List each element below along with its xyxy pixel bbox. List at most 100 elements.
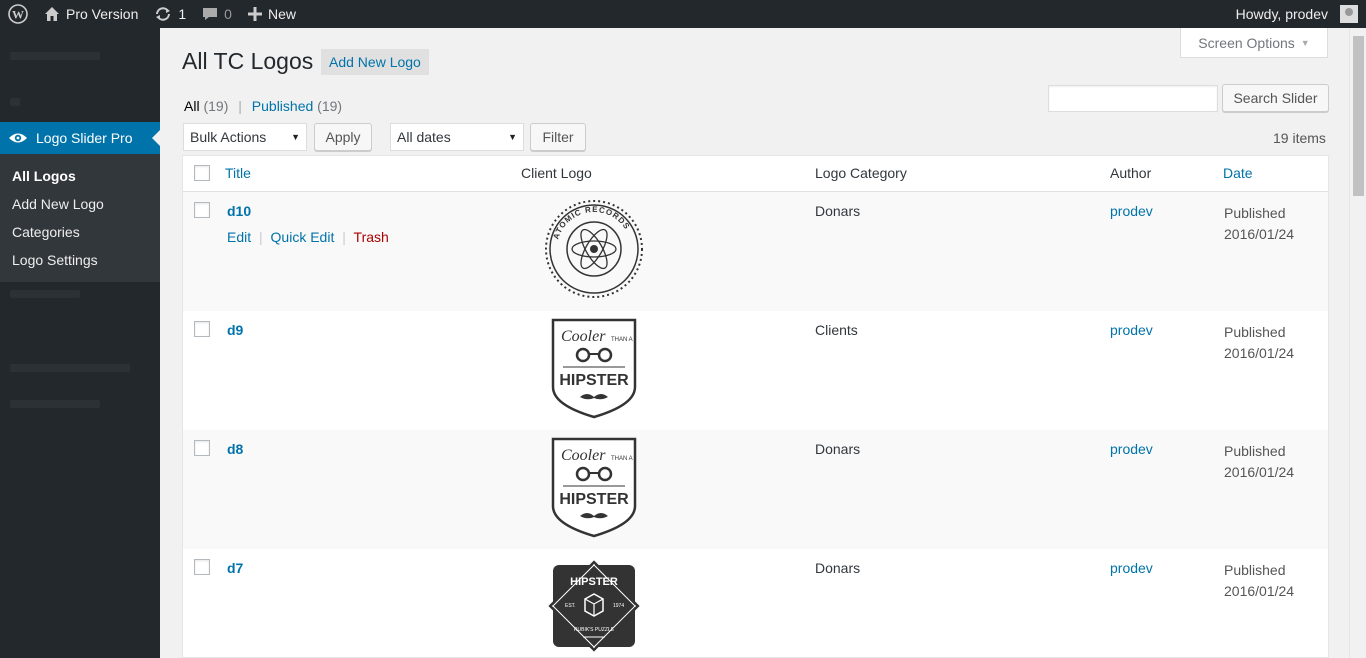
page-scrollbar[interactable] — [1349, 28, 1366, 658]
row-author-link[interactable]: prodev — [1110, 560, 1153, 576]
sidebar-item-logo-slider-pro[interactable]: Logo Slider Pro — [0, 122, 160, 154]
scrollbar-thumb[interactable] — [1353, 36, 1364, 196]
action-separator: | — [259, 229, 263, 245]
than-a-logo-text: THAN A — [611, 337, 633, 343]
cooler-hipster-logo: Cooler THAN A HIPSTER — [551, 437, 637, 538]
screen-options-button[interactable]: Screen Options ▼ — [1180, 28, 1328, 58]
column-logo-category: Logo Category — [815, 165, 907, 181]
row-status: Published — [1224, 562, 1286, 578]
row-author-link[interactable]: prodev — [1110, 322, 1153, 338]
cooler-logo-text: Cooler — [561, 447, 606, 464]
avatar — [1340, 5, 1358, 23]
row-date-value: 2016/01/24 — [1224, 226, 1295, 242]
logos-table: Title Client Logo Logo Category Author D… — [182, 155, 1329, 658]
table-row: d8 Cooler THAN A HIPSTER Donars prodev P… — [183, 430, 1328, 549]
select-all-checkbox[interactable] — [194, 165, 210, 181]
plus-icon — [247, 7, 262, 21]
date-filter-value: All dates — [397, 129, 451, 145]
site-name: Pro Version — [66, 6, 139, 22]
submenu-categories[interactable]: Categories — [0, 218, 160, 246]
row-checkbox[interactable] — [194, 202, 210, 218]
sidebar-item-label: Logo Slider Pro — [36, 130, 133, 146]
menu-placeholder — [10, 290, 80, 298]
row-title-link[interactable]: d7 — [227, 560, 243, 576]
greeting: Howdy, prodev — [1235, 6, 1328, 22]
submenu-all-logos[interactable]: All Logos — [0, 162, 160, 190]
row-status: Published — [1224, 443, 1286, 459]
column-title[interactable]: Title — [225, 165, 251, 181]
bulk-actions-value: Bulk Actions — [190, 129, 267, 145]
est-logo-text: EST. — [565, 603, 576, 609]
filter-published-count: (19) — [317, 98, 343, 114]
filter-all-link[interactable]: All — [184, 98, 200, 114]
new-label: New — [267, 6, 296, 22]
row-checkbox[interactable] — [194, 559, 210, 575]
my-account-link[interactable]: Howdy, prodev — [1228, 0, 1366, 28]
add-new-logo-button[interactable]: Add New Logo — [321, 49, 429, 75]
rubiks-logo-text: RUBIK'S PUZZLE — [574, 627, 615, 633]
screen-options-label: Screen Options — [1198, 34, 1295, 51]
site-name-link[interactable]: Pro Version — [36, 0, 146, 28]
row-title-link[interactable]: d9 — [227, 322, 243, 338]
column-author: Author — [1110, 165, 1152, 181]
row-author-link[interactable]: prodev — [1110, 203, 1153, 219]
row-category: Clients — [815, 322, 858, 338]
row-title-link[interactable]: d10 — [227, 203, 251, 219]
row-date: Published 2016/01/24 — [1224, 322, 1294, 364]
updates-icon — [156, 7, 171, 21]
caret-down-icon: ▼ — [291, 132, 300, 142]
hipster-rubiks-logo: HIPSTER EST. 1974 RUBIK'S PUZZLE — [548, 560, 640, 652]
caret-down-icon: ▼ — [1300, 37, 1310, 48]
column-date[interactable]: Date — [1223, 165, 1253, 181]
page-title: All TC Logos — [182, 48, 314, 74]
bulk-actions-select[interactable]: Bulk Actions ▼ — [183, 123, 307, 151]
action-separator: | — [342, 229, 346, 245]
home-icon — [45, 7, 59, 21]
row-category: Donars — [815, 203, 861, 219]
items-count: 19 items — [1273, 130, 1326, 146]
edit-link[interactable]: Edit — [227, 229, 251, 245]
updates-link[interactable]: 1 — [146, 0, 194, 28]
search-slider-button[interactable]: Search Slider — [1222, 84, 1329, 112]
filter-button[interactable]: Filter — [530, 123, 586, 151]
filter-all-count: (19) — [203, 98, 229, 114]
search-input[interactable] — [1048, 85, 1218, 112]
row-date: Published 2016/01/24 — [1224, 560, 1294, 602]
sidebar-submenu: All Logos Add New Logo Categories Logo S… — [0, 154, 160, 282]
row-checkbox[interactable] — [194, 440, 210, 456]
row-status: Published — [1224, 324, 1286, 340]
quick-edit-link[interactable]: Quick Edit — [271, 229, 335, 245]
trash-link[interactable]: Trash — [354, 229, 389, 245]
updates-count: 1 — [178, 6, 187, 22]
eye-icon — [9, 133, 27, 143]
wordpress-logo-button[interactable]: W — [0, 0, 36, 28]
cooler-hipster-logo: Cooler THAN A HIPSTER — [551, 318, 637, 419]
comment-icon — [203, 8, 218, 20]
cooler-logo-text: Cooler — [561, 328, 606, 345]
apply-button[interactable]: Apply — [314, 123, 372, 151]
filter-published-link[interactable]: Published — [252, 98, 314, 114]
table-row: d10 Edit | Quick Edit | Trash ATOMIC REC… — [183, 192, 1328, 311]
row-date-value: 2016/01/24 — [1224, 345, 1295, 361]
row-category: Donars — [815, 441, 861, 457]
submenu-add-new-logo[interactable]: Add New Logo — [0, 190, 160, 218]
row-date: Published 2016/01/24 — [1224, 441, 1294, 483]
comments-count: 0 — [224, 6, 232, 22]
row-date-value: 2016/01/24 — [1224, 464, 1295, 480]
table-row: d9 Cooler THAN A HIPSTER Clients prodev … — [183, 311, 1328, 430]
menu-placeholder — [10, 98, 20, 106]
menu-placeholder — [10, 400, 100, 408]
row-checkbox[interactable] — [194, 321, 210, 337]
comments-link[interactable]: 0 — [194, 0, 240, 28]
atomic-records-logo: ATOMIC RECORDS — [545, 200, 643, 298]
year-logo-text: 1974 — [613, 603, 624, 609]
hipster-logo-text: HIPSTER — [559, 491, 629, 508]
row-title-link[interactable]: d8 — [227, 441, 243, 457]
menu-placeholder — [10, 52, 100, 60]
date-filter-select[interactable]: All dates ▼ — [390, 123, 524, 151]
row-author-link[interactable]: prodev — [1110, 441, 1153, 457]
new-content-link[interactable]: New — [240, 0, 304, 28]
row-date-value: 2016/01/24 — [1224, 583, 1295, 599]
submenu-logo-settings[interactable]: Logo Settings — [0, 246, 160, 274]
hipster-logo-text: HIPSTER — [570, 576, 618, 588]
